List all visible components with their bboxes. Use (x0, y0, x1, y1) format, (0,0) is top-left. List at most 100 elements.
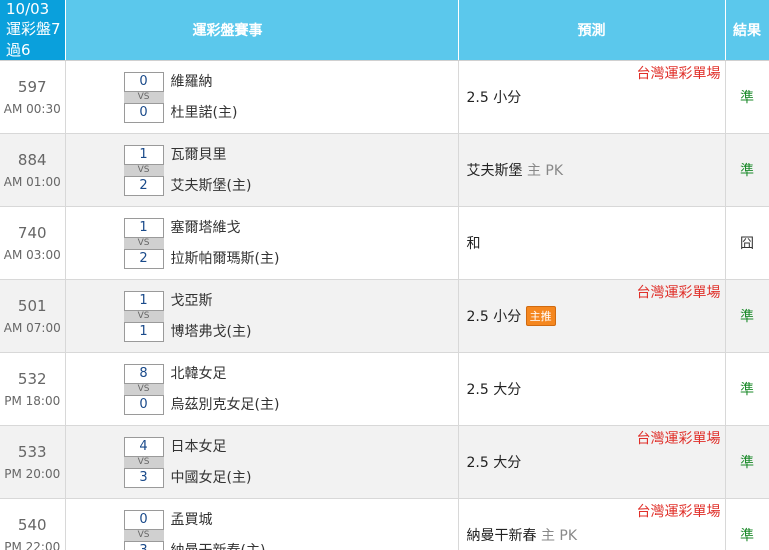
score-away: 1 (123, 291, 164, 311)
match-time: PM 18:00 (4, 394, 61, 408)
match-time-cell: 532 PM 18:00 (0, 352, 66, 426)
lottery-tag: 台灣運彩單場 (636, 285, 721, 301)
vs-label: VS (123, 311, 164, 322)
teams: 戈亞斯 博塔弗戈(主) (171, 291, 252, 342)
teams: 孟買城 納曼干新春(主) (171, 510, 266, 550)
vs-label: VS (123, 530, 164, 541)
match-cell: 1 VS 1 戈亞斯 博塔弗戈(主) (65, 279, 459, 353)
prediction-cell: 台灣運彩單場 2.5 小分 (458, 60, 726, 134)
teams: 日本女足 中國女足(主) (171, 437, 252, 488)
table-row: 532 PM 18:00 8 VS 0 北韓女足 烏茲別克女足(主) 2.5 大… (0, 352, 769, 426)
team-away[interactable]: 維羅納 (171, 72, 238, 92)
team-home[interactable]: 杜里諾(主) (171, 103, 238, 123)
prediction-cell: 台灣運彩單場 2.5 小分 主推 (458, 279, 726, 353)
teams: 維羅納 杜里諾(主) (171, 72, 238, 123)
vs-label: VS (123, 165, 164, 176)
team-away[interactable]: 日本女足 (171, 437, 252, 457)
match-number: 532 (17, 370, 47, 388)
table-row: 597 AM 00:30 0 VS 0 維羅納 杜里諾(主) 台灣運彩單場 2.… (0, 60, 769, 134)
date-title-text: 10/03 運彩盤7過6 (6, 0, 61, 59)
prediction-sub: 主 PK (536, 528, 578, 544)
team-home[interactable]: 博塔弗戈(主) (171, 322, 252, 342)
match-number: 540 (17, 516, 47, 534)
result-text: 準 (740, 528, 754, 544)
match-time: AM 07:00 (3, 321, 61, 335)
match-cell: 1 VS 2 塞爾塔維戈 拉斯帕爾瑪斯(主) (65, 206, 459, 280)
teams: 北韓女足 烏茲別克女足(主) (171, 364, 280, 415)
table-row: 501 AM 07:00 1 VS 1 戈亞斯 博塔弗戈(主) 台灣運彩單場 2… (0, 279, 769, 353)
team-home[interactable]: 烏茲別克女足(主) (171, 395, 280, 415)
table-row: 884 AM 01:00 1 VS 2 瓦爾貝里 艾夫斯堡(主) 艾夫斯堡 主 … (0, 133, 769, 207)
result-text: 囧 (740, 236, 754, 252)
score-box: 4 VS 3 (123, 437, 164, 488)
team-home[interactable]: 中國女足(主) (171, 468, 252, 488)
team-away[interactable]: 瓦爾貝里 (171, 145, 252, 165)
match-number: 533 (17, 443, 47, 461)
match-time-cell: 597 AM 00:30 (0, 60, 66, 134)
result-text: 準 (740, 455, 754, 471)
team-away[interactable]: 戈亞斯 (171, 291, 252, 311)
match-number: 597 (17, 78, 47, 96)
match-time-cell: 501 AM 07:00 (0, 279, 66, 353)
match-time: AM 03:00 (3, 248, 61, 262)
score-box: 0 VS 0 (123, 72, 164, 123)
lottery-tag: 台灣運彩單場 (636, 504, 721, 520)
score-away: 1 (123, 218, 164, 238)
result-cell: 準 (725, 498, 769, 550)
col-result-header: 結果 (725, 0, 769, 61)
table-row: 740 AM 03:00 1 VS 2 塞爾塔維戈 拉斯帕爾瑪斯(主) 和 囧 (0, 206, 769, 280)
vs-label: VS (123, 92, 164, 103)
score-home: 0 (123, 395, 164, 415)
score-box: 1 VS 1 (123, 291, 164, 342)
score-box: 8 VS 0 (123, 364, 164, 415)
team-away[interactable]: 北韓女足 (171, 364, 280, 384)
table-row: 533 PM 20:00 4 VS 3 日本女足 中國女足(主) 台灣運彩單場 … (0, 425, 769, 499)
score-away: 0 (123, 72, 164, 92)
teams: 瓦爾貝里 艾夫斯堡(主) (171, 145, 252, 196)
prediction-sub: 主 PK (522, 163, 564, 179)
vs-label: VS (123, 384, 164, 395)
score-box: 0 VS 3 (123, 510, 164, 550)
match-time-cell: 740 AM 03:00 (0, 206, 66, 280)
match-time: PM 22:00 (4, 540, 61, 550)
match-time: AM 01:00 (3, 175, 61, 189)
prediction-cell: 和 (458, 206, 726, 280)
result-cell: 囧 (725, 206, 769, 280)
result-text: 準 (740, 382, 754, 398)
score-box: 1 VS 2 (123, 218, 164, 269)
match-cell: 0 VS 0 維羅納 杜里諾(主) (65, 60, 459, 134)
prediction-main: 2.5 大分 (466, 455, 522, 471)
prediction-main: 納曼干新春 (466, 528, 537, 544)
team-home[interactable]: 納曼干新春(主) (171, 541, 266, 550)
lottery-tag: 台灣運彩單場 (636, 66, 721, 82)
team-away[interactable]: 塞爾塔維戈 (171, 218, 280, 238)
vs-label: VS (123, 238, 164, 249)
score-home: 2 (123, 176, 164, 196)
match-time-cell: 533 PM 20:00 (0, 425, 66, 499)
result-cell: 準 (725, 425, 769, 499)
result-cell: 準 (725, 352, 769, 426)
team-home[interactable]: 艾夫斯堡(主) (171, 176, 252, 196)
prediction-cell: 2.5 大分 (458, 352, 726, 426)
score-home: 3 (123, 541, 164, 550)
match-time: PM 20:00 (4, 467, 61, 481)
col-match-header: 運彩盤賽事 (65, 0, 459, 61)
match-number: 740 (17, 224, 47, 242)
lottery-tag: 台灣運彩單場 (636, 431, 721, 447)
score-home: 0 (123, 103, 164, 123)
prediction-cell: 台灣運彩單場 納曼干新春 主 PK (458, 498, 726, 550)
score-away: 1 (123, 145, 164, 165)
score-home: 3 (123, 468, 164, 488)
prediction-main: 2.5 小分 (466, 90, 522, 106)
match-number: 884 (17, 151, 47, 169)
team-home[interactable]: 拉斯帕爾瑪斯(主) (171, 249, 280, 269)
result-cell: 準 (725, 60, 769, 134)
match-cell: 4 VS 3 日本女足 中國女足(主) (65, 425, 459, 499)
team-away[interactable]: 孟買城 (171, 510, 266, 530)
date-title: 10/03 運彩盤7過6 (0, 0, 66, 61)
result-cell: 準 (725, 279, 769, 353)
vs-label: VS (123, 457, 164, 468)
table-header: 10/03 運彩盤7過6 運彩盤賽事 預測 結果 (0, 0, 769, 61)
prediction-main: 艾夫斯堡 (466, 163, 523, 179)
col-pred-header: 預測 (458, 0, 726, 61)
